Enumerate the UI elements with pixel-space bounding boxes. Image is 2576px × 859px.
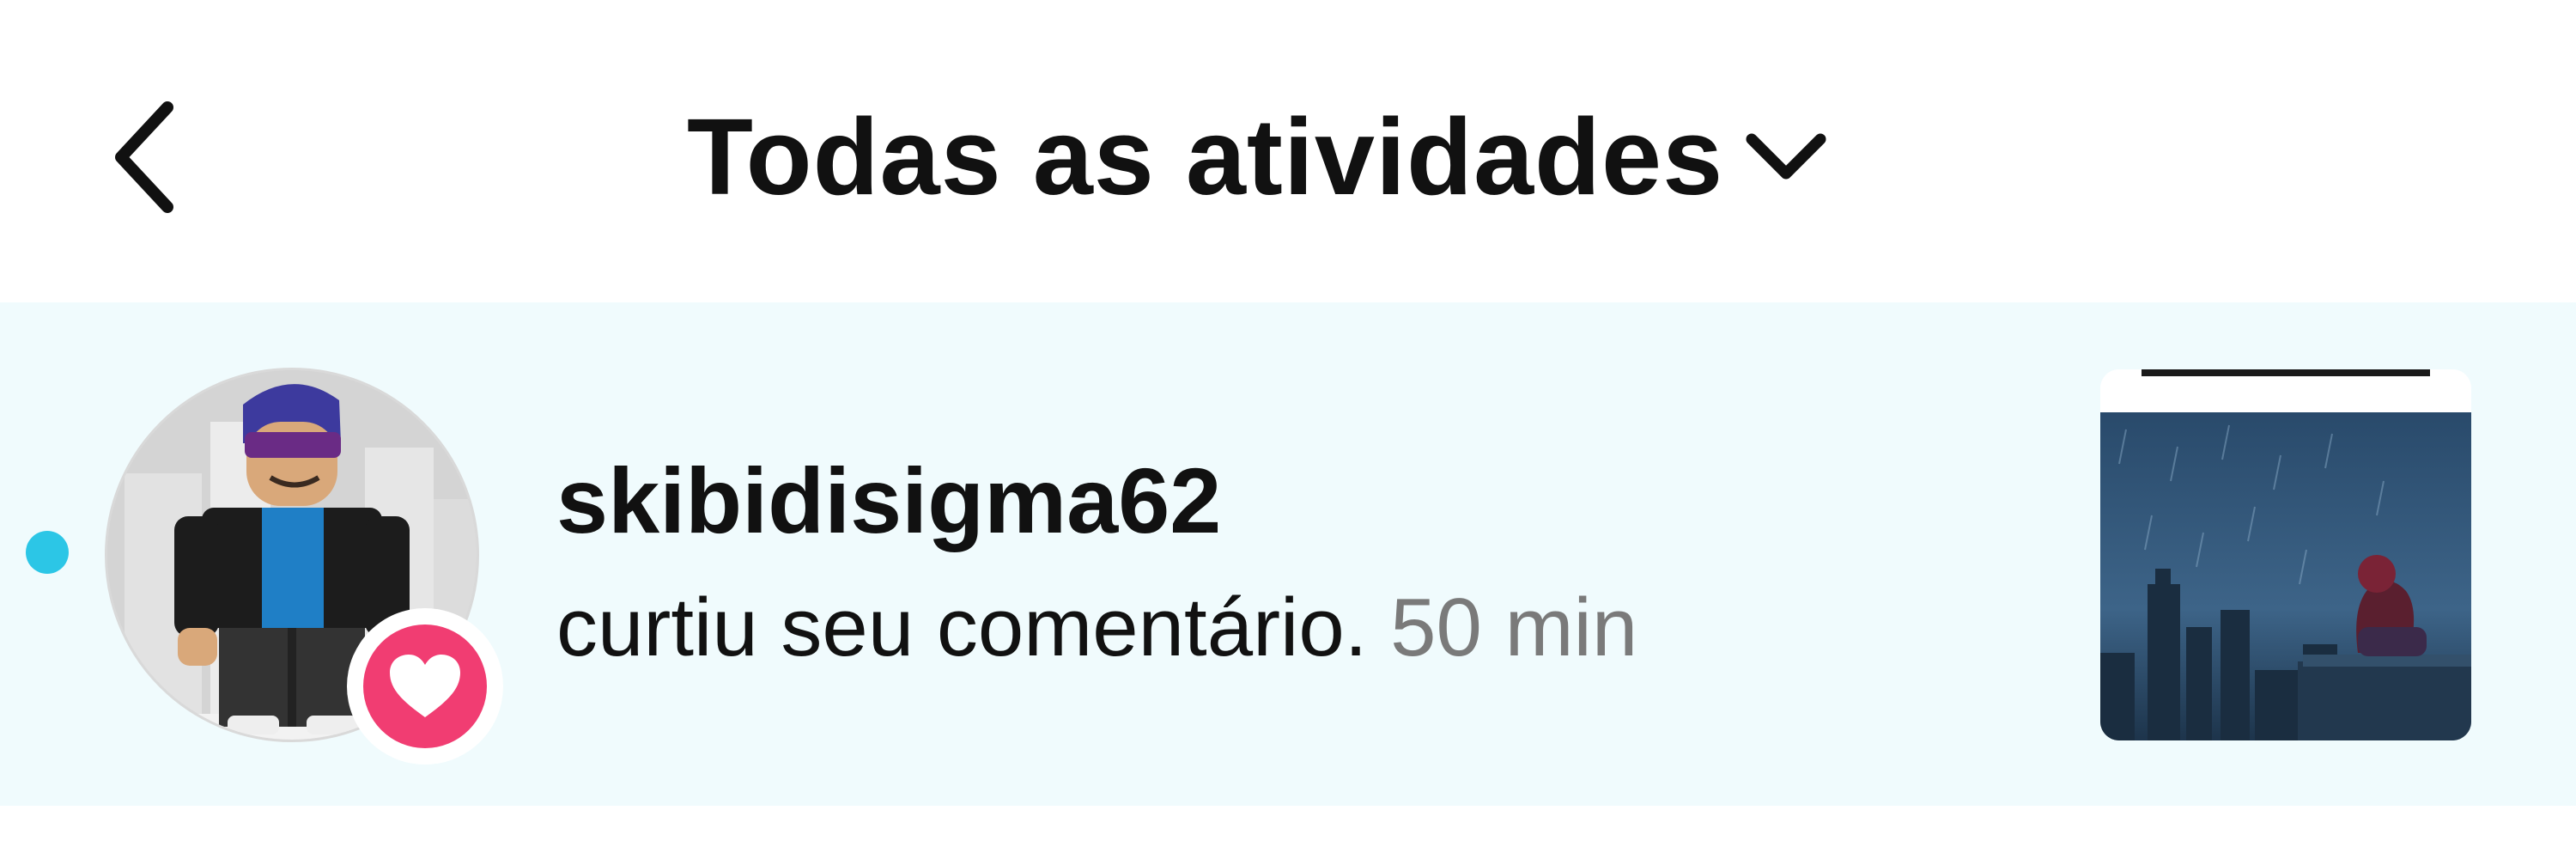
timestamp: 50 min xyxy=(1390,582,1638,673)
activity-page: Todas as atividades skibidisigma62 curti… xyxy=(0,0,2576,859)
activity-filter-dropdown[interactable]: Todas as atividades xyxy=(687,86,1833,228)
heart-icon xyxy=(390,655,460,717)
chevron-down-icon xyxy=(1739,110,1833,204)
back-button[interactable] xyxy=(86,86,206,228)
chevron-left-icon xyxy=(115,101,173,213)
action-text: curtiu seu comentário. xyxy=(556,582,1368,673)
notification-text: curtiu seu comentário. 50 min xyxy=(556,581,1637,675)
video-thumbnail[interactable] xyxy=(2100,369,2471,740)
unread-dot xyxy=(26,531,69,574)
like-badge xyxy=(347,608,503,765)
page-title: Todas as atividades xyxy=(687,96,1724,217)
username[interactable]: skibidisigma62 xyxy=(556,447,1221,554)
header: Todas as atividades xyxy=(0,0,2576,302)
